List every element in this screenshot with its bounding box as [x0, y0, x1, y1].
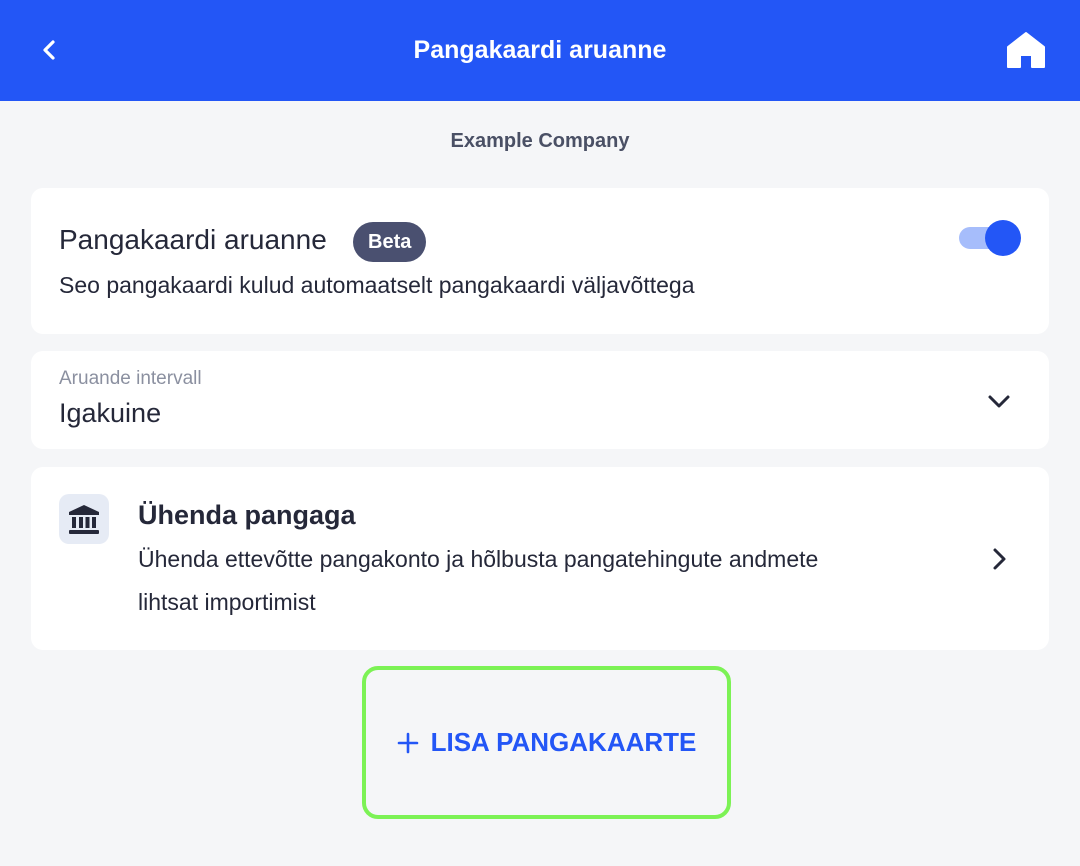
interval-label: Aruande intervall	[59, 368, 202, 389]
app-header: Pangakaardi aruanne	[0, 0, 1080, 101]
page-title: Pangakaardi aruanne	[413, 36, 667, 64]
chevron-right-icon	[993, 548, 1006, 570]
bank-title: Ühenda pangaga	[138, 500, 356, 530]
chevron-down-icon	[988, 395, 1010, 408]
interval-value: Igakuine	[59, 398, 162, 428]
interval-select[interactable]: Aruande intervall Igakuine	[31, 351, 1049, 449]
report-card: Pangakaardi aruanne Beta Seo pangakaardi…	[31, 188, 1049, 334]
report-title: Pangakaardi aruanne	[59, 224, 327, 255]
company-name: Example Company	[450, 130, 630, 152]
bank-description-line-1: Ühenda ettevõtte pangakonto ja hõlbusta …	[138, 546, 819, 572]
toggle-knob	[985, 220, 1021, 256]
back-button[interactable]	[30, 30, 70, 70]
plus-icon	[397, 732, 418, 753]
add-bank-card-content: LISA PANGAKAARTE	[397, 727, 697, 758]
bank-description-line-2: lihtsat importimist	[138, 589, 316, 615]
add-bank-card-button[interactable]: LISA PANGAKAARTE	[362, 666, 731, 819]
chevron-left-icon	[43, 40, 55, 60]
report-description: Seo pangakaardi kulud automaatselt panga…	[59, 272, 695, 298]
beta-badge: Beta	[353, 222, 427, 262]
connect-bank-card[interactable]: Ühenda pangaga Ühenda ettevõtte pangakon…	[31, 467, 1049, 650]
bank-icon-container	[59, 494, 109, 544]
add-bank-card-label: LISA PANGAKAARTE	[430, 727, 697, 757]
bank-icon	[69, 505, 99, 534]
home-icon	[1007, 32, 1045, 68]
home-button[interactable]	[1002, 26, 1050, 74]
bank-description: Ühenda ettevõtte pangakonto ja hõlbusta …	[138, 538, 938, 624]
report-toggle[interactable]	[959, 220, 1021, 256]
